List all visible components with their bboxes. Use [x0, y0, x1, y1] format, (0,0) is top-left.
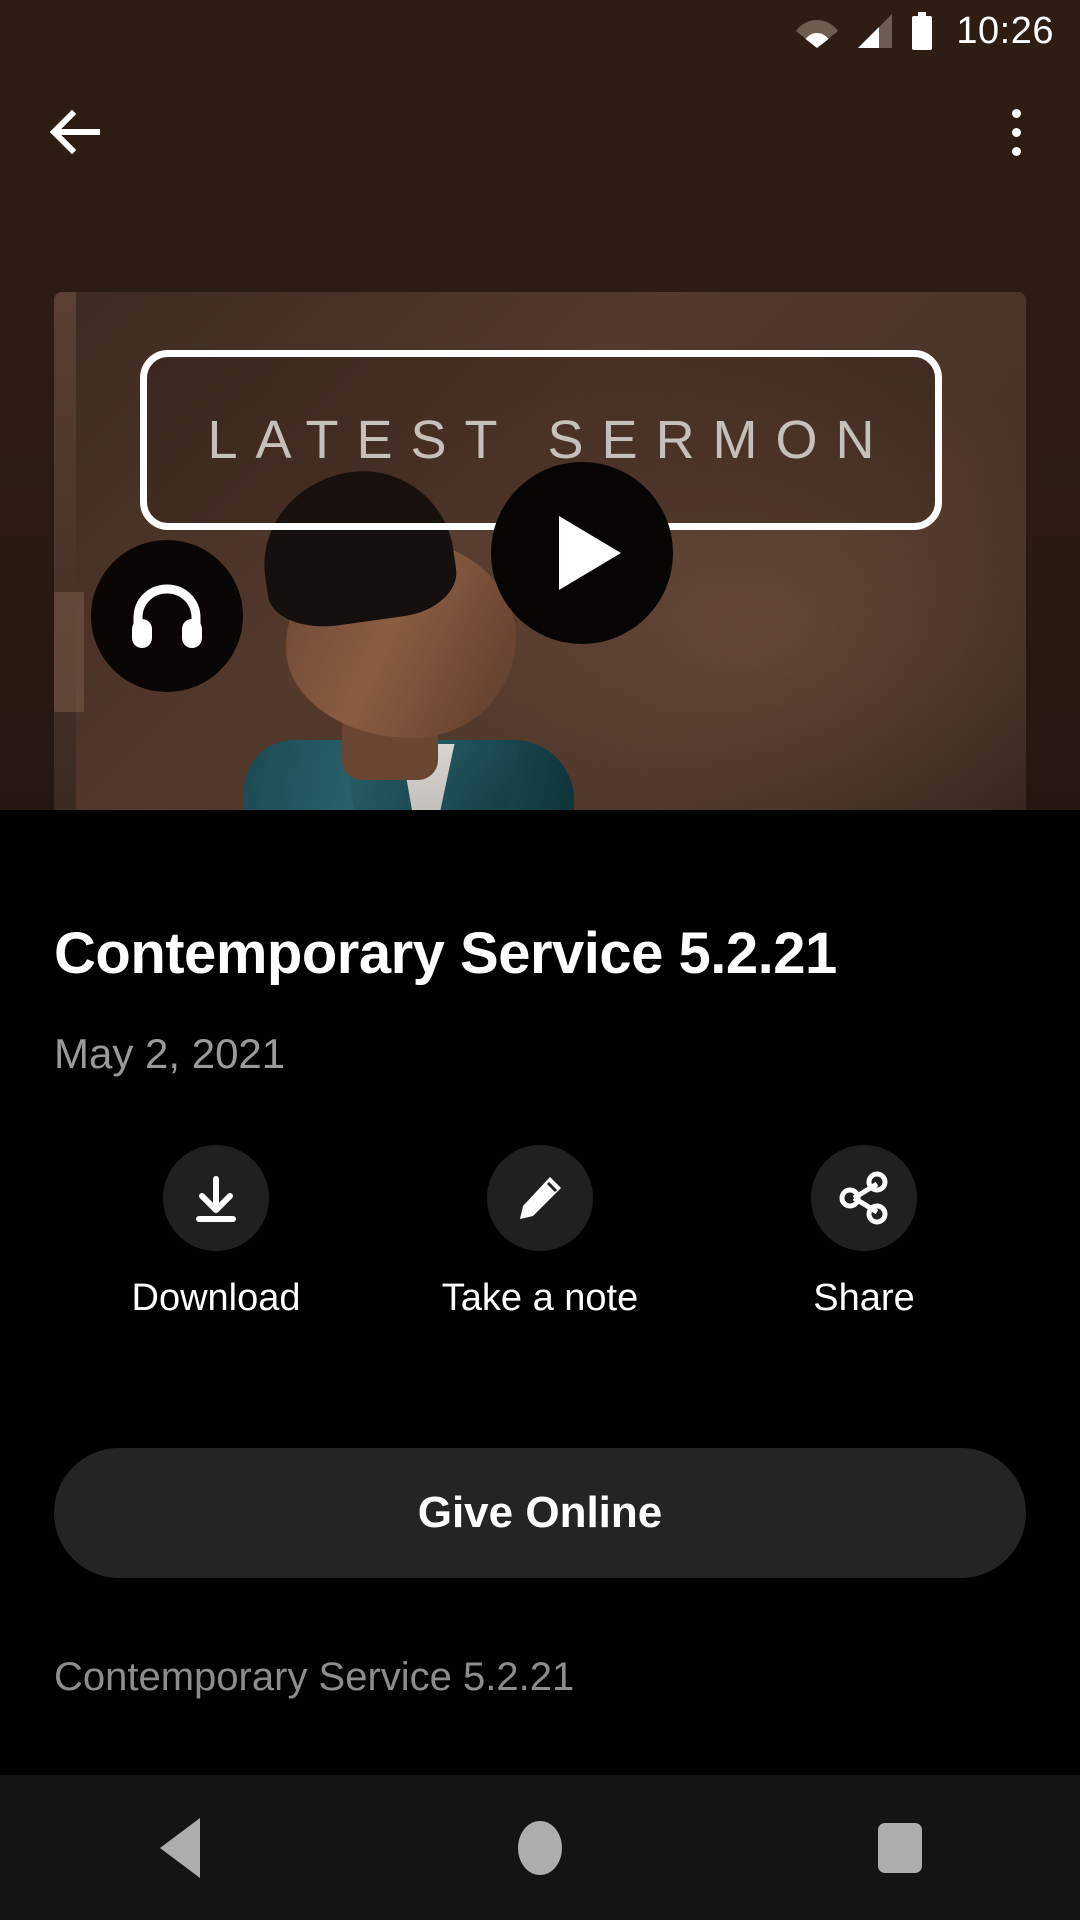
download-button[interactable] — [163, 1145, 269, 1251]
back-arrow-icon — [49, 109, 100, 155]
audio-only-button[interactable] — [91, 540, 243, 692]
top-app-bar — [0, 72, 1080, 192]
share-action[interactable]: Share — [734, 1145, 994, 1320]
status-bar-clock: 10:26 — [956, 10, 1054, 52]
navigation-recents-button[interactable] — [810, 1775, 990, 1920]
battery-icon — [912, 12, 933, 50]
page-title: Contemporary Service 5.2.21 — [54, 921, 837, 986]
share-button[interactable] — [811, 1145, 917, 1251]
play-button[interactable] — [491, 462, 673, 644]
status-bar: 10:26 — [0, 0, 1080, 62]
back-button[interactable] — [34, 90, 118, 174]
navigation-back-icon — [160, 1817, 200, 1878]
wifi-icon — [796, 20, 839, 48]
video-thumbnail[interactable]: LATEST SERMON — [54, 292, 1026, 850]
thumbnail-wall-strip — [54, 592, 84, 712]
action-row: Download Take a note Share — [54, 1145, 1026, 1320]
give-online-button[interactable]: Give Online — [54, 1448, 1026, 1578]
play-icon — [559, 516, 621, 590]
navigation-back-button[interactable] — [90, 1775, 270, 1920]
take-note-action[interactable]: Take a note — [410, 1145, 670, 1320]
latest-sermon-label: LATEST SERMON — [207, 410, 893, 470]
download-label: Download — [131, 1277, 301, 1319]
thumbnail-wall-panel — [54, 292, 76, 850]
download-icon — [196, 1176, 236, 1222]
more-vertical-icon — [1011, 127, 1021, 137]
share-label: Share — [813, 1277, 915, 1319]
app-screen: 10:26 LATEST SERMON Contemporary Service… — [0, 0, 1080, 1920]
system-navigation-bar — [0, 1775, 1080, 1920]
take-note-button[interactable] — [487, 1145, 593, 1251]
cellular-signal-icon — [858, 14, 893, 48]
overflow-menu-button[interactable] — [974, 90, 1058, 174]
take-note-label: Take a note — [441, 1277, 639, 1319]
give-online-label: Give Online — [417, 1488, 663, 1537]
more-vertical-icon — [1011, 146, 1021, 156]
navigation-home-icon — [518, 1820, 562, 1875]
sermon-date: May 2, 2021 — [54, 1030, 286, 1077]
pencil-icon — [520, 1177, 561, 1219]
headphones-icon — [132, 584, 202, 648]
more-vertical-icon — [1011, 108, 1021, 118]
navigation-home-button[interactable] — [450, 1775, 630, 1920]
share-icon — [839, 1171, 888, 1225]
navigation-recents-icon — [878, 1822, 922, 1873]
sermon-description: Contemporary Service 5.2.21 — [54, 1655, 575, 1699]
download-action[interactable]: Download — [86, 1145, 346, 1320]
